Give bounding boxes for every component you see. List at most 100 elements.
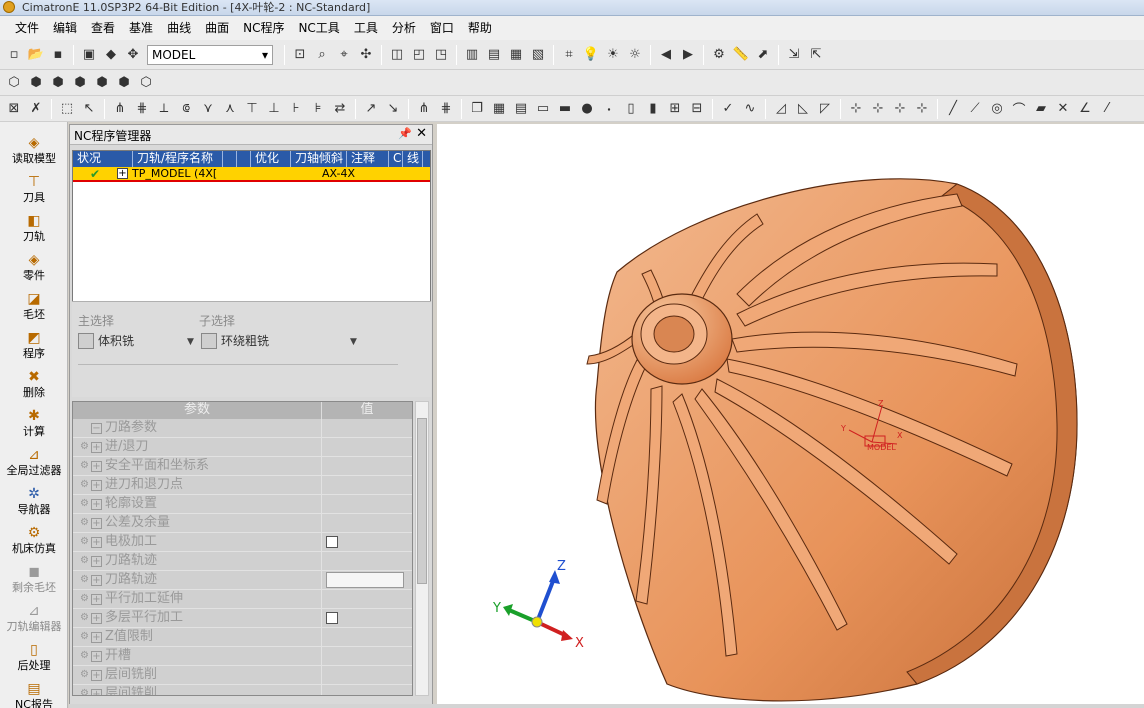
grid-icon[interactable]: ⊞	[665, 99, 685, 119]
face-c-icon[interactable]: ◸	[815, 99, 835, 119]
bulb-yellow-icon[interactable]: ☀	[603, 45, 623, 65]
slash-icon[interactable]: ⁄	[1097, 99, 1117, 119]
curve-icon[interactable]: ⌒	[1009, 99, 1029, 119]
view-triad[interactable]	[503, 570, 573, 641]
col-c[interactable]: C	[389, 151, 403, 167]
vertical-scrollbar[interactable]	[415, 401, 429, 696]
menu-edit[interactable]: 编辑	[46, 17, 84, 39]
swap-icon[interactable]: ⇄	[330, 99, 350, 119]
tree-row-toolpath[interactable]: ✔ + TP_MODEL (4X[ AX-4X	[73, 167, 430, 182]
plane-icon[interactable]: ▰	[1031, 99, 1051, 119]
param-row[interactable]: ⚙ + 进刀和退刀点	[73, 476, 412, 495]
view-iso-icon[interactable]: ◫	[387, 45, 407, 65]
surface-d-icon[interactable]: ⟃	[176, 99, 196, 119]
back-icon[interactable]: ◀	[656, 45, 676, 65]
expand-icon[interactable]: +	[91, 498, 102, 510]
param-row[interactable]: ⚙ + 轮廓设置	[73, 495, 412, 514]
nc-cancel-icon[interactable]: ✗	[26, 99, 46, 119]
ruler-icon[interactable]: 📏	[731, 45, 751, 65]
doc-icon[interactable]: ▯	[621, 99, 641, 119]
expand-icon[interactable]: +	[91, 574, 102, 586]
pick-box-icon[interactable]: ⬚	[57, 99, 77, 119]
axis-d-icon[interactable]: ⊹	[912, 99, 932, 119]
menu-datum[interactable]: 基准	[122, 17, 160, 39]
expand-icon[interactable]: +	[91, 555, 102, 567]
table-icon[interactable]: ▦	[489, 99, 509, 119]
expand-icon[interactable]: +	[91, 460, 102, 472]
sidebar-item-navigator[interactable]: ✲ 导航器	[0, 485, 68, 523]
new-file-icon[interactable]: ▫	[4, 45, 24, 65]
axis-c-icon[interactable]: ⊹	[890, 99, 910, 119]
expand-icon[interactable]: +	[91, 517, 102, 529]
tool-b-icon[interactable]: ꞏ	[599, 99, 619, 119]
pin-icon[interactable]: 📌	[398, 127, 412, 140]
col-status[interactable]: 状况	[73, 151, 133, 167]
layer-icon[interactable]: ◆	[101, 45, 121, 65]
angle-icon[interactable]: ∠	[1075, 99, 1095, 119]
tree-filter-icon[interactable]: ⋔	[414, 99, 434, 119]
param-row[interactable]: ⚙ + 刀路轨迹	[73, 571, 412, 590]
expand-icon[interactable]: +	[91, 536, 102, 548]
panel-icon[interactable]: ▭	[533, 99, 553, 119]
tree-filter-b-icon[interactable]: ⋕	[436, 99, 456, 119]
surface-b-icon[interactable]: ⋕	[132, 99, 152, 119]
menu-nc-program[interactable]: NC程序	[236, 17, 291, 39]
param-row[interactable]: ⚙ + Z值限制	[73, 628, 412, 647]
surface-j-icon[interactable]: ⊧	[308, 99, 328, 119]
param-row[interactable]: ⚙ + 开槽	[73, 647, 412, 666]
col-line[interactable]: 线	[403, 151, 423, 167]
surface-e-icon[interactable]: ⋎	[198, 99, 218, 119]
sidebar-item-procedure[interactable]: ◩ 程序	[0, 329, 68, 367]
open-file-icon[interactable]: 📂	[26, 45, 46, 65]
view-right-icon[interactable]: ⬢	[70, 73, 90, 93]
block-icon[interactable]: ▬	[555, 99, 575, 119]
chevron-down-icon[interactable]: ▼	[350, 337, 357, 347]
face-a-icon[interactable]: ◿	[771, 99, 791, 119]
param-row[interactable]: ⚙ + 进/退刀	[73, 438, 412, 457]
sidebar-item-simulation[interactable]: ⚙ 机床仿真	[0, 524, 68, 562]
expand-icon[interactable]: +	[91, 669, 102, 681]
sidebar-item-nc-report[interactable]: ▤ NC报告	[0, 680, 68, 708]
surface-i-icon[interactable]: ⊦	[286, 99, 306, 119]
filter-d-icon[interactable]: ▧	[528, 45, 548, 65]
sidebar-item-tool[interactable]: ⊤ 刀具	[0, 173, 68, 211]
view-left-icon[interactable]: ⬢	[48, 73, 68, 93]
main-select[interactable]: 体积铣	[78, 332, 134, 349]
menu-analysis[interactable]: 分析	[385, 17, 423, 39]
surface-h-icon[interactable]: ⊥	[264, 99, 284, 119]
menu-view[interactable]: 查看	[84, 17, 122, 39]
cursor-b-icon[interactable]: ↘	[383, 99, 403, 119]
sidebar-item-delete[interactable]: ✖ 删除	[0, 368, 68, 406]
forward-icon[interactable]: ▶	[678, 45, 698, 65]
render-icon[interactable]: ◳	[431, 45, 451, 65]
bulb-icon[interactable]: 💡	[581, 45, 601, 65]
param-row[interactable]: − 刀路参数	[73, 419, 412, 438]
cursor-icon[interactable]: ↗	[361, 99, 381, 119]
param-row[interactable]: ⚙ + 刀路轨迹	[73, 552, 412, 571]
view-front-icon[interactable]: ⬡	[4, 73, 24, 93]
sidebar-item-part[interactable]: ◈ 零件	[0, 251, 68, 289]
zoom-window-icon[interactable]: ⌕	[312, 45, 332, 65]
check-icon[interactable]: ✓	[718, 99, 738, 119]
param-row[interactable]: ⚙ + 层间铣削	[73, 685, 412, 695]
tree-icon[interactable]: ⚙	[709, 45, 729, 65]
col-blank-1[interactable]	[223, 151, 237, 167]
save-icon[interactable]: ▪	[48, 45, 68, 65]
model-icon[interactable]: ▣	[79, 45, 99, 65]
set-icon[interactable]: ✥	[123, 45, 143, 65]
menu-nc-tools[interactable]: NC工具	[291, 17, 346, 39]
circle-icon[interactable]: ●	[577, 99, 597, 119]
surface-c-icon[interactable]: ⟂	[154, 99, 174, 119]
menu-surface[interactable]: 曲面	[198, 17, 236, 39]
surface-g-icon[interactable]: ⊤	[242, 99, 262, 119]
col-optimize[interactable]: 优化	[251, 151, 291, 167]
filter-b-icon[interactable]: ▤	[484, 45, 504, 65]
sidebar-item-calculate[interactable]: ✱ 计算	[0, 407, 68, 445]
surface-a-icon[interactable]: ⋔	[110, 99, 130, 119]
menu-curve[interactable]: 曲线	[160, 17, 198, 39]
doc-b-icon[interactable]: ▮	[643, 99, 663, 119]
param-row[interactable]: ⚙ + 层间铣削	[73, 666, 412, 685]
expand-icon[interactable]: +	[91, 593, 102, 605]
filter-c-icon[interactable]: ▦	[506, 45, 526, 65]
sidebar-item-read-model[interactable]: ◈ 读取模型	[0, 134, 68, 172]
